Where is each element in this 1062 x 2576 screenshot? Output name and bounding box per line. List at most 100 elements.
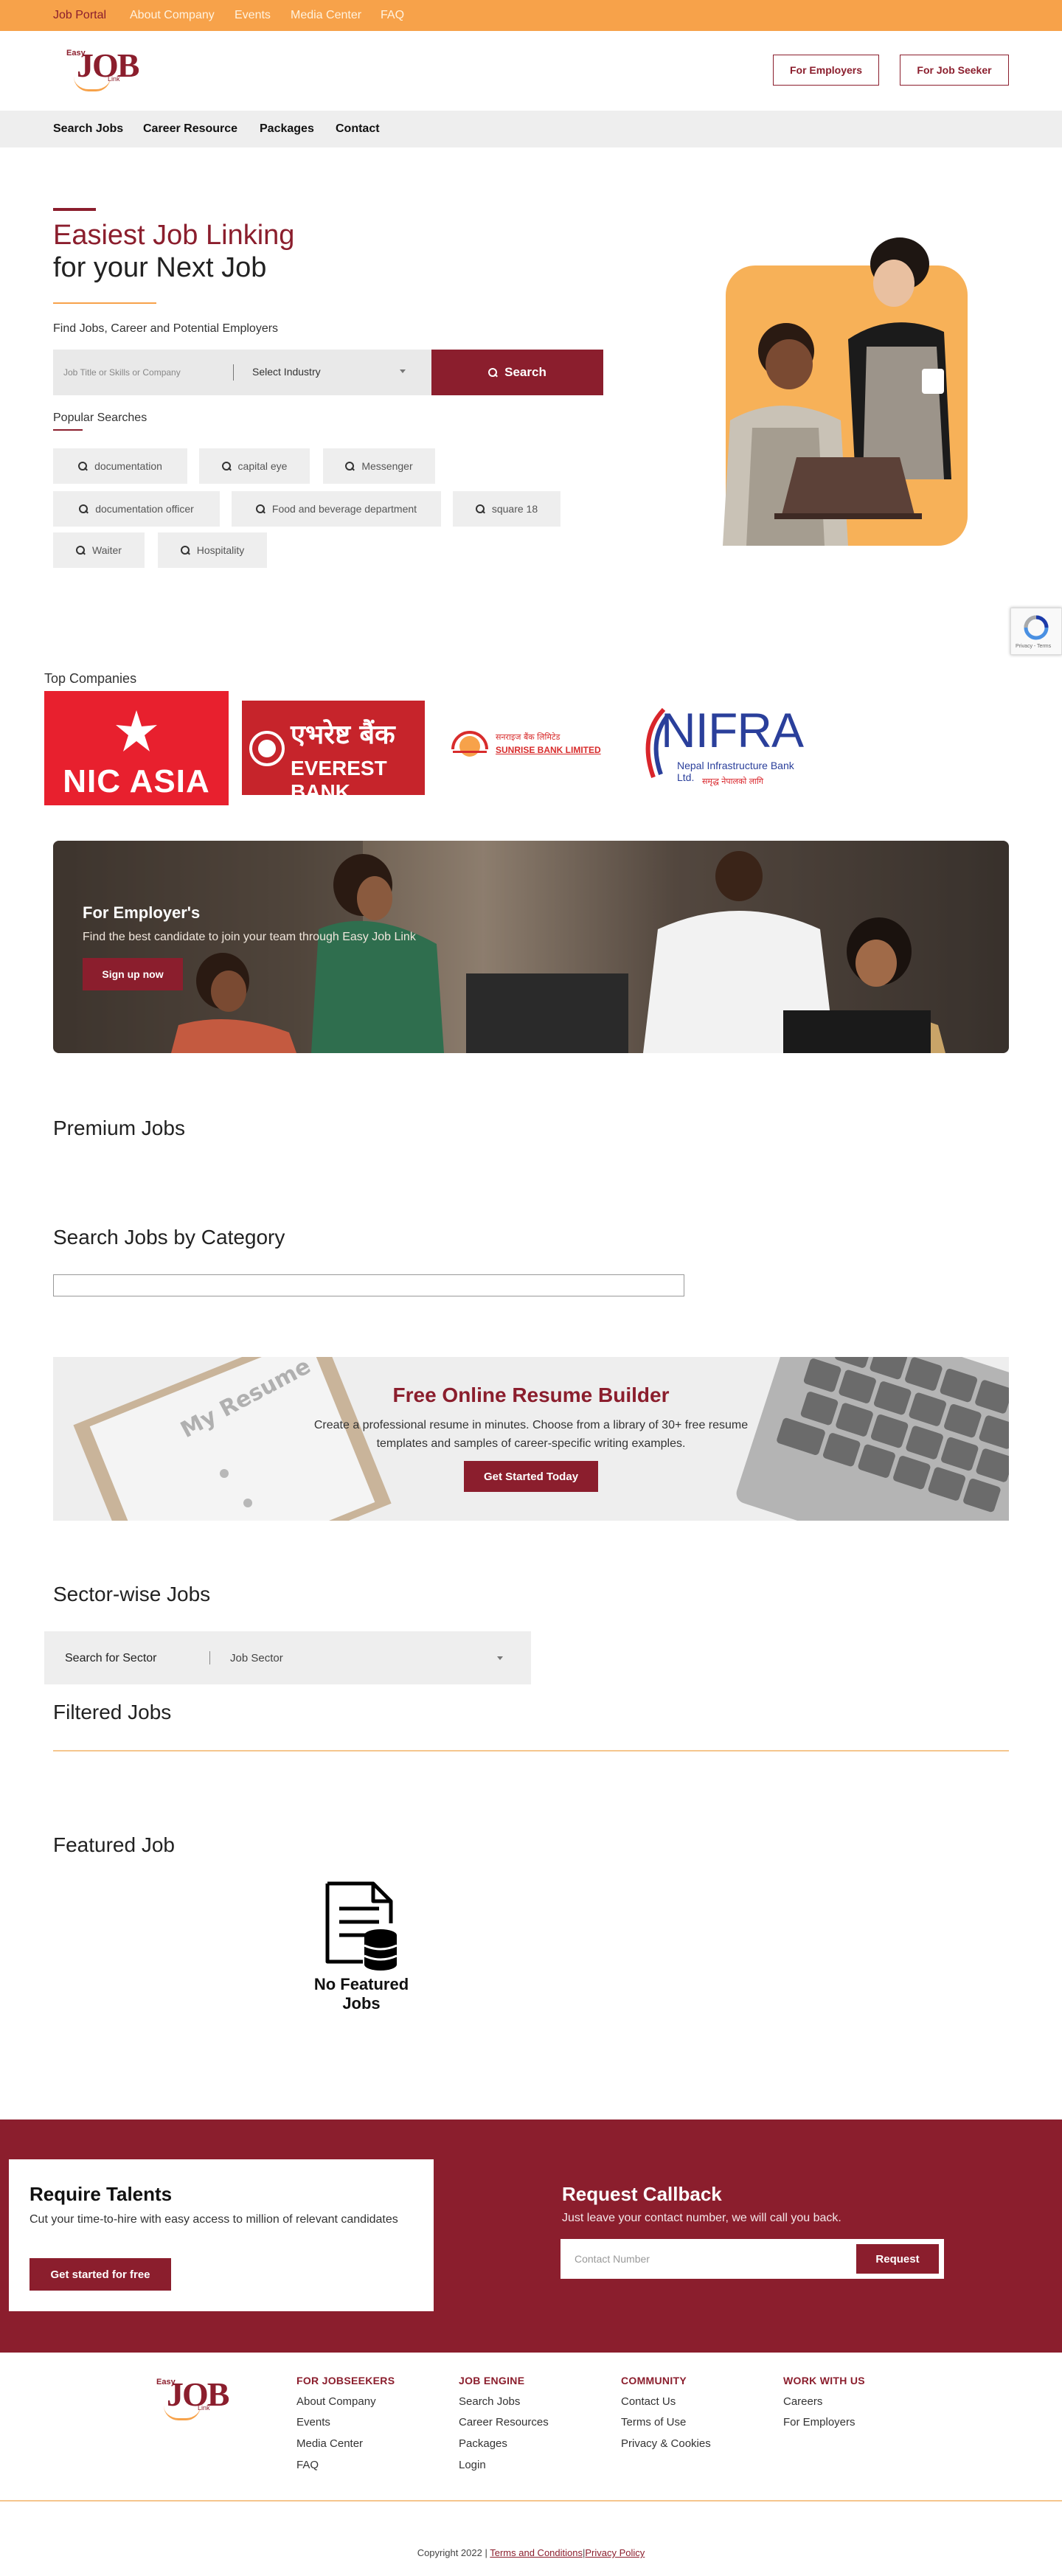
chevron-down-icon [497,1656,503,1660]
main-nav: Search Jobs Career Resource Packages Con… [0,111,1062,147]
popular-search-chip[interactable]: Food and beverage department [232,491,441,527]
site-logo[interactable]: Easy JOB Link [66,46,140,96]
hero-title-line1: Easiest Job Linking [53,220,295,251]
topbar-link-job-portal[interactable]: Job Portal [53,9,106,22]
everest-bank-text: EVEREST BANK [291,757,387,803]
nifra-text: NIFRA [661,703,804,757]
footer-link-privacy-cookies[interactable]: Privacy & Cookies [621,2437,711,2450]
company-logo-nifra[interactable]: NIFRA Nepal Infrastructure Bank Ltd. समृ… [639,702,813,794]
recaptcha-badge[interactable]: Privacy - Terms [1010,608,1062,655]
get-started-today-button[interactable]: Get Started Today [464,1461,598,1492]
require-talents-text: Cut your time-to-hire with easy access t… [30,2213,398,2226]
footer-link-contact-us[interactable]: Contact Us [621,2395,676,2408]
footer-logo[interactable]: Easy JOB Link [156,2375,230,2425]
search-icon [475,504,485,513]
popular-search-chip[interactable]: Waiter [53,532,145,568]
chip-label: square 18 [491,503,538,515]
popular-searches-title: Popular Searches [53,412,148,424]
company-logo-everest-bank[interactable]: एभरेष्ट बैंक EVEREST BANK [242,701,425,803]
employer-banner-subtitle: Find the best candidate to join your tea… [83,931,416,943]
people-at-laptop-illustration [723,237,951,546]
search-icon [76,546,86,555]
popular-search-chip[interactable]: Hospitality [158,532,267,568]
chip-label: Waiter [92,544,122,556]
job-sector-select[interactable]: Job Sector [230,1652,283,1664]
hero-subtitle: Find Jobs, Career and Potential Employer… [53,322,279,335]
everest-emblem-icon [249,731,285,766]
search-icon [79,504,88,513]
filtered-jobs-title: Filtered Jobs [53,1701,172,1723]
sign-up-now-button[interactable]: Sign up now [83,958,183,990]
search-icon [221,462,231,471]
hero-accent-rule [53,208,96,211]
top-utility-bar: Job Portal About Company Events Media Ce… [0,0,1062,31]
footer-link-terms-of-use[interactable]: Terms of Use [621,2416,686,2429]
resume-builder-title: Free Online Resume Builder [392,1384,670,1406]
privacy-link[interactable]: Privacy Policy [585,2547,645,2558]
popular-search-chip[interactable]: square 18 [453,491,560,527]
chip-label: documentation officer [95,503,194,515]
resume-builder-text: Create a professional resume in minutes.… [313,1419,749,1450]
company-logo-sunrise-bank[interactable]: सनराइज बैंक लिमिटेड SUNRISE BANK LIMITED [450,723,605,767]
premium-jobs-title: Premium Jobs [53,1117,185,1139]
company-logo-nic-asia[interactable]: NIC ASIA [44,691,229,805]
request-button[interactable]: Request [856,2244,939,2274]
footer-heading-jobseekers: FOR JOBSEEKERS [296,2375,395,2386]
terms-link[interactable]: Terms and Conditions [490,2547,583,2558]
search-button[interactable]: Search [431,350,603,395]
nav-item-packages[interactable]: Packages [260,122,314,136]
for-employers-button[interactable]: For Employers [773,55,879,86]
footer-link-media-center[interactable]: Media Center [296,2437,363,2450]
footer-link-faq[interactable]: FAQ [296,2459,319,2471]
category-search-input[interactable] [53,1274,684,1296]
industry-select[interactable]: Select Industry [252,366,321,378]
logo-swoosh [74,77,111,91]
recaptcha-links[interactable]: Privacy - Terms [1016,644,1051,649]
topbar-link-about-company[interactable]: About Company [130,9,215,22]
nav-item-search-jobs[interactable]: Search Jobs [53,122,123,136]
popular-search-chip[interactable]: capital eye [199,448,310,484]
sunrise-sun-icon [451,731,488,757]
search-by-category-title: Search Jobs by Category [53,1226,285,1249]
search-divider [233,364,234,381]
sunrise-bank-text: SUNRISE BANK LIMITED [496,745,601,755]
topbar-link-media-center[interactable]: Media Center [291,9,361,22]
search-icon [255,504,265,513]
no-featured-jobs-text: No Featured Jobs [313,1975,409,2013]
popular-search-chip[interactable]: documentation [53,448,187,484]
chip-label: Messenger [361,460,413,472]
empty-document-icon [325,1881,398,1971]
search-icon [78,462,88,471]
popular-search-chip[interactable]: Messenger [323,448,435,484]
footer-link-search-jobs[interactable]: Search Jobs [459,2395,520,2408]
copyright-text: Copyright 2022 | [417,2547,487,2558]
footer-divider [0,2500,1062,2502]
footer-link-about-company[interactable]: About Company [296,2395,376,2408]
search-icon [488,368,498,377]
footer-link-login[interactable]: Login [459,2459,486,2471]
sector-search-bar: Search for Sector Job Sector [44,1631,531,1684]
topbar-link-faq[interactable]: FAQ [381,9,404,22]
nav-item-career-resource[interactable]: Career Resource [143,122,237,136]
keyword-search-input[interactable]: Job Title or Skills or Company [63,367,181,378]
site-header: Easy JOB Link For Employers For Job Seek… [0,31,1062,111]
search-button-label: Search [504,365,546,379]
for-job-seeker-button[interactable]: For Job Seeker [900,55,1009,86]
employer-banner [53,841,1009,1053]
nic-asia-text: NIC ASIA [63,763,210,799]
contact-number-input[interactable]: Contact Number [575,2253,650,2265]
footer-link-career-resources[interactable]: Career Resources [459,2416,549,2429]
get-started-free-button[interactable]: Get started for free [30,2258,171,2291]
sector-search-label: Search for Sector [65,1652,157,1664]
popular-search-chip[interactable]: documentation officer [53,491,220,527]
nifra-tagline: समृद्ध नेपालको लागि [702,777,764,786]
search-icon [345,462,355,471]
footer-link-packages[interactable]: Packages [459,2437,507,2450]
topbar-link-events[interactable]: Events [235,9,271,22]
footer-link-for-employers[interactable]: For Employers [783,2416,856,2429]
callback-form: Contact Number Request [560,2239,944,2279]
footer-link-events[interactable]: Events [296,2416,330,2429]
featured-job-title: Featured Job [53,1833,175,1856]
nav-item-contact[interactable]: Contact [336,122,380,136]
footer-link-careers[interactable]: Careers [783,2395,822,2408]
